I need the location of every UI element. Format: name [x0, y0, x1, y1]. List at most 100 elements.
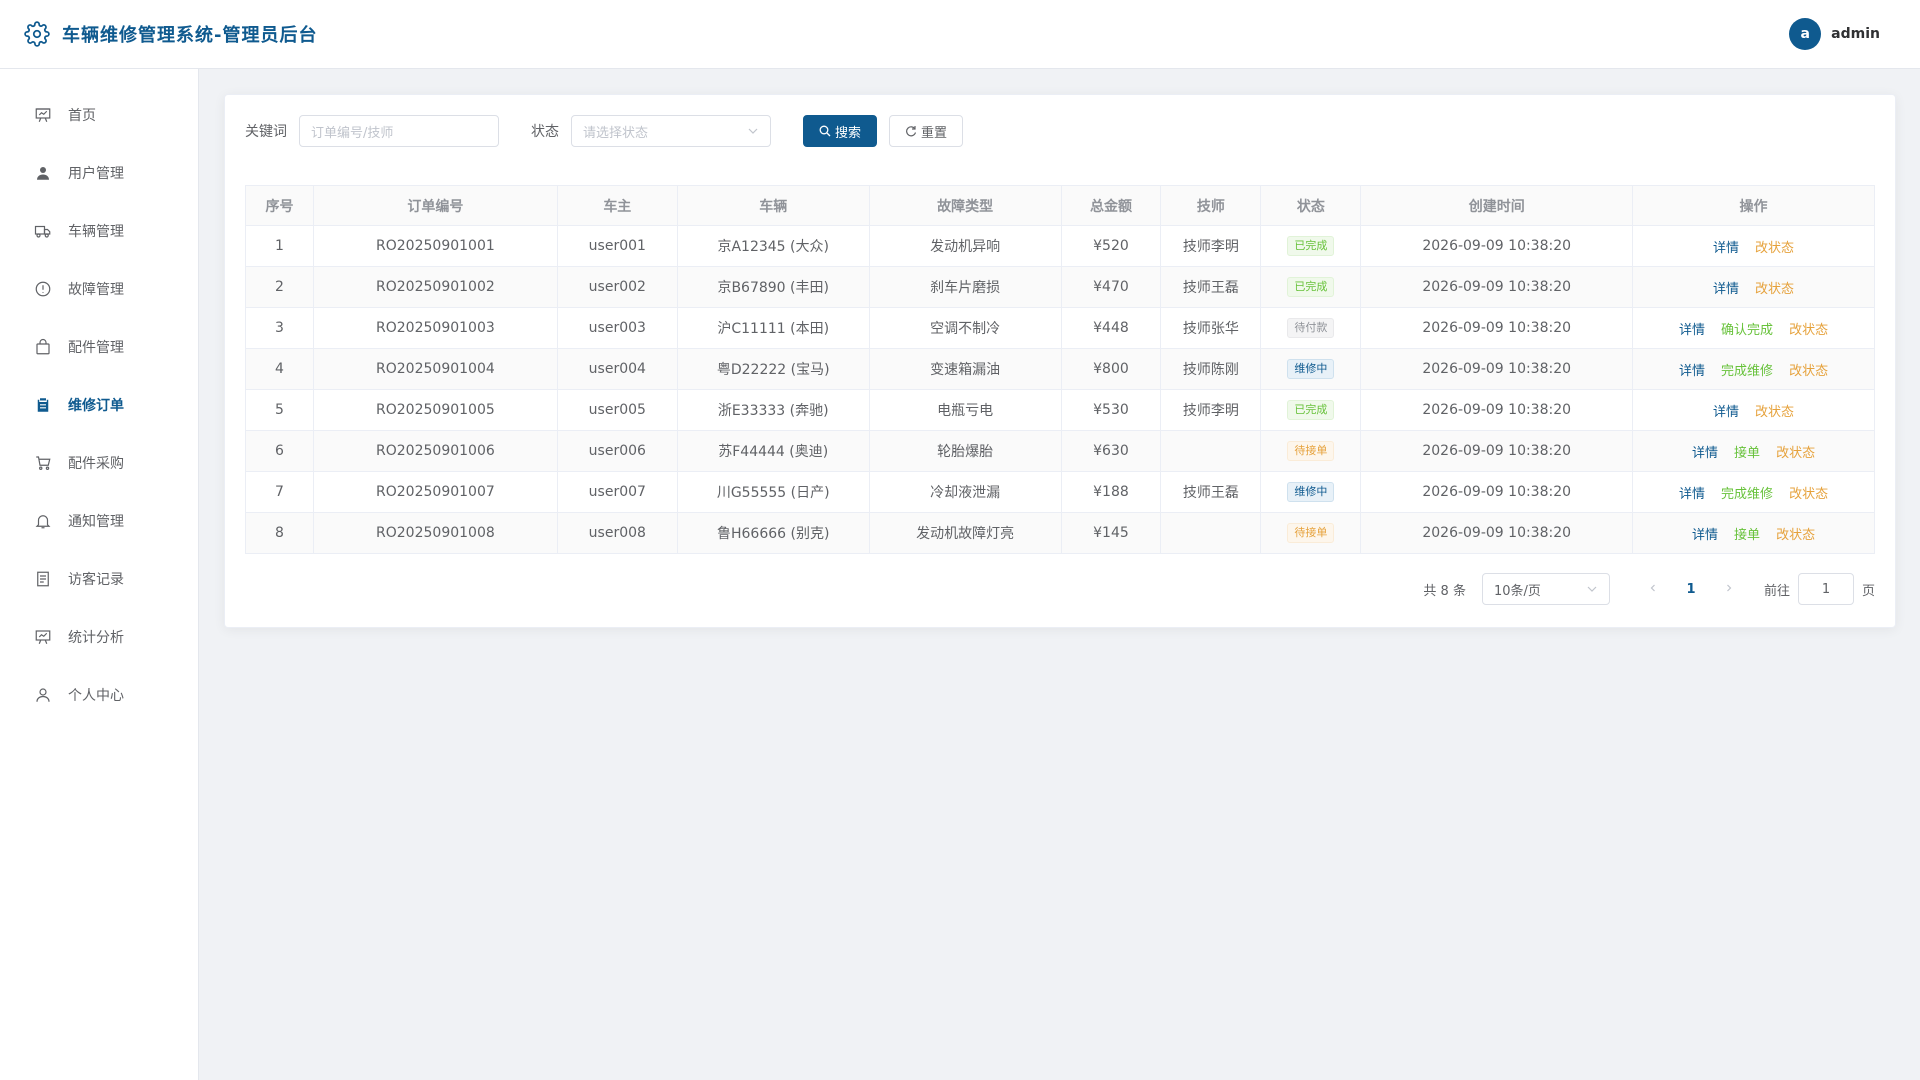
action-link[interactable]: 确认完成 — [1721, 323, 1773, 338]
sidebar-item-procurement[interactable]: 配件采购 — [0, 434, 198, 492]
sidebar-item-visitors[interactable]: 访客记录 — [0, 550, 198, 608]
detail-link[interactable]: 详情 — [1713, 241, 1739, 256]
sidebar-item-vehicles[interactable]: 车辆管理 — [0, 202, 198, 260]
cell-order: RO20250901006 — [312, 430, 558, 472]
change-status-link[interactable]: 改状态 — [1776, 528, 1815, 543]
page-number[interactable]: 1 — [1676, 582, 1706, 597]
cell-actions: 详情 接单 改状态 — [1632, 430, 1875, 472]
gear-icon — [24, 21, 50, 47]
cell-index: 3 — [245, 307, 314, 349]
cell-order: RO20250901008 — [312, 512, 558, 554]
column-header: 技师 — [1160, 185, 1262, 226]
sidebar-item-label: 车辆管理 — [68, 224, 124, 240]
change-status-link[interactable]: 改状态 — [1776, 446, 1815, 461]
column-header: 车辆 — [676, 185, 870, 226]
sidebar-item-users[interactable]: 用户管理 — [0, 144, 198, 202]
status-badge: 待接单 — [1287, 523, 1335, 543]
prev-page-button[interactable] — [1638, 582, 1668, 597]
page-size-value: 10条/页 — [1493, 583, 1541, 599]
change-status-link[interactable]: 改状态 — [1755, 241, 1794, 256]
chevron-down-icon — [748, 128, 758, 134]
username[interactable]: admin — [1831, 26, 1880, 42]
change-status-link[interactable]: 改状态 — [1789, 487, 1828, 502]
sidebar-item-faults[interactable]: 故障管理 — [0, 260, 198, 318]
sidebar-item-orders[interactable]: 维修订单 — [0, 376, 198, 434]
sidebar-item-home[interactable]: 首页 — [0, 86, 198, 144]
detail-link[interactable]: 详情 — [1692, 446, 1718, 461]
table-row: 2 RO20250901002 user002 京B67890 (丰田) 刹车片磨损 ¥4… — [245, 266, 1875, 308]
table-row: 5 RO20250901005 user005 浙E33333 (奔驰) 电瓶亏电 ¥53… — [245, 389, 1875, 431]
sidebar-item-label: 维修订单 — [68, 398, 124, 414]
cell-owner: user001 — [556, 225, 678, 267]
search-icon — [819, 125, 831, 137]
action-link[interactable]: 完成维修 — [1721, 364, 1773, 379]
detail-link[interactable]: 详情 — [1713, 282, 1739, 297]
pagination: 共 8 条 10条/页 1 前往 1 页 — [245, 573, 1875, 605]
table-header-row: 序号 订单编号 车主 车辆 故障类型 总金额 技师 状态 创建时间 操作 — [245, 185, 1875, 226]
sidebar-item-profile[interactable]: 个人中心 — [0, 666, 198, 724]
change-status-link[interactable]: 改状态 — [1755, 282, 1794, 297]
cell-order: RO20250901004 — [312, 348, 558, 390]
detail-link[interactable]: 详情 — [1679, 364, 1705, 379]
search-bar: 关键词 订单编号/技师 状态 请选择状态 搜索 重置 — [245, 115, 1875, 147]
cell-index: 6 — [245, 430, 314, 472]
cell-vehicle: 川G55555 (日产) — [676, 471, 870, 513]
cell-fault: 空调不制冷 — [868, 307, 1062, 349]
cell-order: RO20250901007 — [312, 471, 558, 513]
sidebar-item-parts[interactable]: 配件管理 — [0, 318, 198, 376]
detail-link[interactable]: 详情 — [1692, 528, 1718, 543]
page-size-select[interactable]: 10条/页 — [1481, 573, 1610, 605]
cell-vehicle: 京A12345 (大众) — [676, 225, 870, 267]
search-button[interactable]: 搜索 — [803, 115, 878, 147]
cell-actions: 详情 确认完成 改状态 — [1632, 307, 1875, 349]
cell-time: 2026-09-09 10:38:20 — [1360, 307, 1634, 349]
detail-link[interactable]: 详情 — [1713, 405, 1739, 420]
cell-fault: 变速箱漏油 — [868, 348, 1062, 390]
status-select[interactable]: 请选择状态 — [571, 115, 771, 147]
change-status-link[interactable]: 改状态 — [1789, 364, 1828, 379]
sidebar-item-label: 用户管理 — [68, 166, 124, 182]
bell-icon — [35, 515, 51, 529]
orders-panel: 关键词 订单编号/技师 状态 请选择状态 搜索 重置 序号 订单编号 车主 车辆 — [224, 94, 1896, 628]
user-menu[interactable]: a admin — [1789, 18, 1896, 50]
action-link[interactable]: 接单 — [1734, 528, 1760, 543]
cell-owner: user008 — [556, 512, 678, 554]
detail-link[interactable]: 详情 — [1679, 487, 1705, 502]
reset-button[interactable]: 重置 — [889, 115, 964, 147]
cell-order: RO20250901001 — [312, 225, 558, 267]
total-count: 共 8 条 — [1423, 583, 1466, 599]
avatar[interactable]: a — [1789, 18, 1822, 50]
sidebar-item-statistics[interactable]: 统计分析 — [0, 608, 198, 666]
status-select-placeholder: 请选择状态 — [583, 125, 649, 141]
chart-icon — [35, 630, 51, 644]
change-status-link[interactable]: 改状态 — [1755, 405, 1794, 420]
cell-actions: 详情 改状态 — [1632, 225, 1875, 267]
cell-order: RO20250901002 — [312, 266, 558, 308]
cell-fault: 电瓶亏电 — [868, 389, 1062, 431]
action-link[interactable]: 接单 — [1734, 446, 1760, 461]
sidebar-item-label: 配件采购 — [68, 456, 124, 472]
keyword-input[interactable]: 订单编号/技师 — [299, 115, 499, 147]
cell-fault: 刹车片磨损 — [868, 266, 1062, 308]
warning-icon — [35, 281, 51, 297]
cell-actions: 详情 完成维修 改状态 — [1632, 348, 1875, 390]
cell-order: RO20250901003 — [312, 307, 558, 349]
column-header: 总金额 — [1060, 185, 1162, 226]
action-link[interactable]: 完成维修 — [1721, 487, 1773, 502]
next-page-button[interactable] — [1714, 582, 1744, 597]
cell-actions: 详情 接单 改状态 — [1632, 512, 1875, 554]
status-badge: 待接单 — [1287, 441, 1335, 461]
clipboard-icon — [37, 398, 49, 412]
status-badge: 维修中 — [1287, 359, 1335, 379]
sidebar-item-notifications[interactable]: 通知管理 — [0, 492, 198, 550]
sidebar-item-label: 通知管理 — [68, 514, 124, 530]
sidebar-item-label: 个人中心 — [68, 688, 124, 704]
app-title: 车辆维修管理系统-管理员后台 — [62, 25, 318, 46]
change-status-link[interactable]: 改状态 — [1789, 323, 1828, 338]
user-icon — [37, 167, 49, 180]
cell-vehicle: 京B67890 (丰田) — [676, 266, 870, 308]
goto-page-input[interactable]: 1 — [1797, 573, 1854, 605]
cell-tech: 技师王磊 — [1160, 266, 1262, 308]
detail-link[interactable]: 详情 — [1679, 323, 1705, 338]
cell-owner: user002 — [556, 266, 678, 308]
